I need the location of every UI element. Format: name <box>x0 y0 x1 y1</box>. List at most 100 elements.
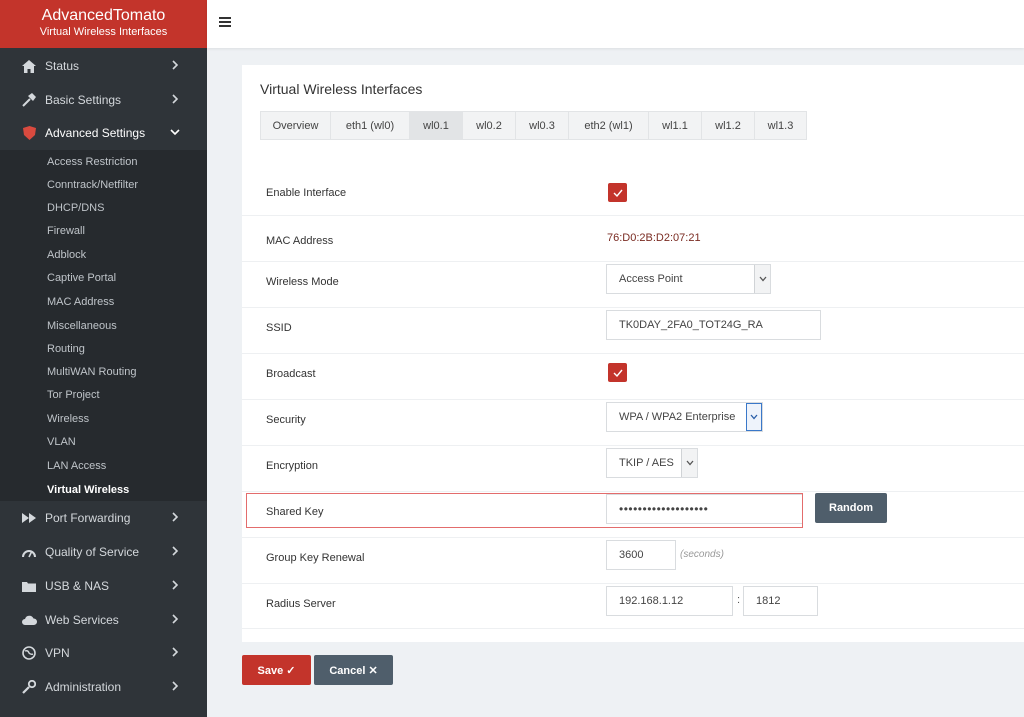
encryption-select[interactable]: TKIP / AES <box>606 448 698 478</box>
subnav-tor-project[interactable]: Tor Project <box>47 388 100 402</box>
subnav-adblock[interactable]: Adblock <box>47 248 86 262</box>
radius-ip-input[interactable]: 192.168.1.12 <box>606 586 733 616</box>
chevron-right-icon <box>172 512 179 522</box>
gauge-icon <box>21 544 37 560</box>
card-title: Virtual Wireless Interfaces <box>260 81 423 97</box>
enable-interface-label: Enable Interface <box>266 187 347 199</box>
sidebar: AdvancedTomato Virtual Wireless Interfac… <box>0 0 207 717</box>
nav-web-services[interactable]: Web Services <box>0 605 207 635</box>
nav-status[interactable]: Status <box>0 51 207 81</box>
wireless-mode-value: Access Point <box>619 273 683 285</box>
random-key-button[interactable]: Random <box>815 493 887 523</box>
subnav-mac-address[interactable]: MAC Address <box>47 295 114 309</box>
chevron-right-icon <box>172 681 179 691</box>
check-icon <box>613 369 623 377</box>
tab-wl0-3[interactable]: wl0.3 <box>515 111 568 140</box>
subnav-captive-portal[interactable]: Captive Portal <box>47 271 116 285</box>
row-enable-interface: Enable Interface <box>242 169 1024 215</box>
chevron-right-icon <box>172 580 179 590</box>
chevron-down-icon <box>754 265 770 293</box>
security-select[interactable]: WPA / WPA2 Enterprise <box>606 402 763 432</box>
encryption-label: Encryption <box>266 460 318 472</box>
mac-address-value: 76:D0:2B:D2:07:21 <box>607 232 701 244</box>
enable-interface-checkbox[interactable] <box>608 183 627 202</box>
subnav-lan-access[interactable]: LAN Access <box>47 459 106 473</box>
ssid-label: SSID <box>266 322 292 334</box>
home-icon <box>21 58 37 74</box>
tab-wl1-2[interactable]: wl1.2 <box>701 111 754 140</box>
subnav-firewall[interactable]: Firewall <box>47 224 85 238</box>
row-mac-address: MAC Address 76:D0:2B:D2:07:21 <box>242 215 1024 261</box>
row-group-key-renewal: Group Key Renewal 3600 (seconds) <box>242 537 1024 583</box>
nav-administration[interactable]: Administration <box>0 672 207 702</box>
chevron-down-icon <box>746 403 762 431</box>
chevron-right-icon <box>172 546 179 556</box>
folder-icon <box>21 578 37 594</box>
subnav-routing[interactable]: Routing <box>47 342 85 356</box>
row-broadcast: Broadcast <box>242 353 1024 399</box>
chevron-right-icon <box>172 94 179 104</box>
nav-port-forwarding-label: Port Forwarding <box>45 511 131 525</box>
tab-wl0-2[interactable]: wl0.2 <box>462 111 515 140</box>
nav-vpn[interactable]: VPN <box>0 638 207 668</box>
row-wireless-mode: Wireless Mode Access Point <box>242 261 1024 307</box>
nav-admin-label: Administration <box>45 680 122 694</box>
subnav-conntrack[interactable]: Conntrack/Netfilter <box>47 178 138 192</box>
interface-tabs: Overview eth1 (wl0) wl0.1 wl0.2 wl0.3 et… <box>260 111 807 140</box>
tab-eth2[interactable]: eth2 (wl1) <box>568 111 648 140</box>
nav-qos[interactable]: Quality of Service <box>0 537 207 567</box>
nav-basic-settings[interactable]: Basic Settings <box>0 85 207 115</box>
wireless-mode-label: Wireless Mode <box>266 276 339 288</box>
cloud-icon <box>21 612 37 628</box>
hammer-icon <box>21 92 37 108</box>
group-key-renewal-input[interactable]: 3600 <box>606 540 676 570</box>
nav-port-forwarding[interactable]: Port Forwarding <box>0 503 207 533</box>
advanced-submenu: Access Restriction Conntrack/Netfilter D… <box>0 150 207 501</box>
security-value: WPA / WPA2 Enterprise <box>619 411 736 423</box>
ssid-input[interactable]: TK0DAY_2FA0_TOT24G_RA <box>606 310 821 340</box>
nav-qos-label: Quality of Service <box>45 545 140 559</box>
nav-advanced-label: Advanced Settings <box>45 126 146 140</box>
tab-wl1-1[interactable]: wl1.1 <box>648 111 701 140</box>
chevron-down-icon <box>681 449 697 477</box>
subnav-miscellaneous[interactable]: Miscellaneous <box>47 319 117 333</box>
radius-separator: : <box>737 594 741 606</box>
nav-web-label: Web Services <box>45 613 119 627</box>
subnav-vlan[interactable]: VLAN <box>47 435 76 449</box>
top-bar <box>207 0 1024 48</box>
wireless-mode-select[interactable]: Access Point <box>606 264 771 294</box>
chevron-right-icon <box>172 647 179 657</box>
nav-vpn-label: VPN <box>45 646 70 660</box>
settings-card: Virtual Wireless Interfaces Overview eth… <box>242 65 1024 642</box>
forward-icon <box>21 510 37 526</box>
subnav-wireless[interactable]: Wireless <box>47 412 89 426</box>
broadcast-label: Broadcast <box>266 368 316 380</box>
tab-eth1[interactable]: eth1 (wl0) <box>330 111 409 140</box>
tab-wl1-3[interactable]: wl1.3 <box>754 111 807 140</box>
subnav-virtual-wireless[interactable]: Virtual Wireless <box>47 483 129 497</box>
security-label: Security <box>266 414 306 426</box>
nav-usb-nas[interactable]: USB & NAS <box>0 571 207 601</box>
cancel-button[interactable]: Cancel ✕ <box>314 655 393 685</box>
tab-overview[interactable]: Overview <box>260 111 330 140</box>
chevron-down-icon <box>170 129 180 136</box>
nav-status-label: Status <box>45 59 80 73</box>
form-bottom-divider <box>242 628 1024 629</box>
subnav-access-restriction[interactable]: Access Restriction <box>47 155 137 169</box>
brand-subtitle: Virtual Wireless Interfaces <box>39 26 168 38</box>
broadcast-checkbox[interactable] <box>608 363 627 382</box>
brand-header[interactable]: AdvancedTomato Virtual Wireless Interfac… <box>0 0 207 48</box>
check-icon <box>613 189 623 197</box>
globe-icon <box>21 645 37 661</box>
save-button[interactable]: Save ✓ <box>242 655 311 685</box>
nav-usb-label: USB & NAS <box>45 579 110 593</box>
row-radius-server: Radius Server 192.168.1.12 : 1812 <box>242 583 1024 629</box>
radius-port-input[interactable]: 1812 <box>743 586 818 616</box>
menu-icon[interactable] <box>219 16 231 28</box>
tab-wl0-1[interactable]: wl0.1 <box>409 111 462 140</box>
encryption-value: TKIP / AES <box>619 457 674 469</box>
wrench-icon <box>21 679 37 695</box>
subnav-multiwan-routing[interactable]: MultiWAN Routing <box>47 365 136 379</box>
nav-advanced-settings[interactable]: Advanced Settings <box>0 118 207 148</box>
subnav-dhcp-dns[interactable]: DHCP/DNS <box>47 201 104 215</box>
